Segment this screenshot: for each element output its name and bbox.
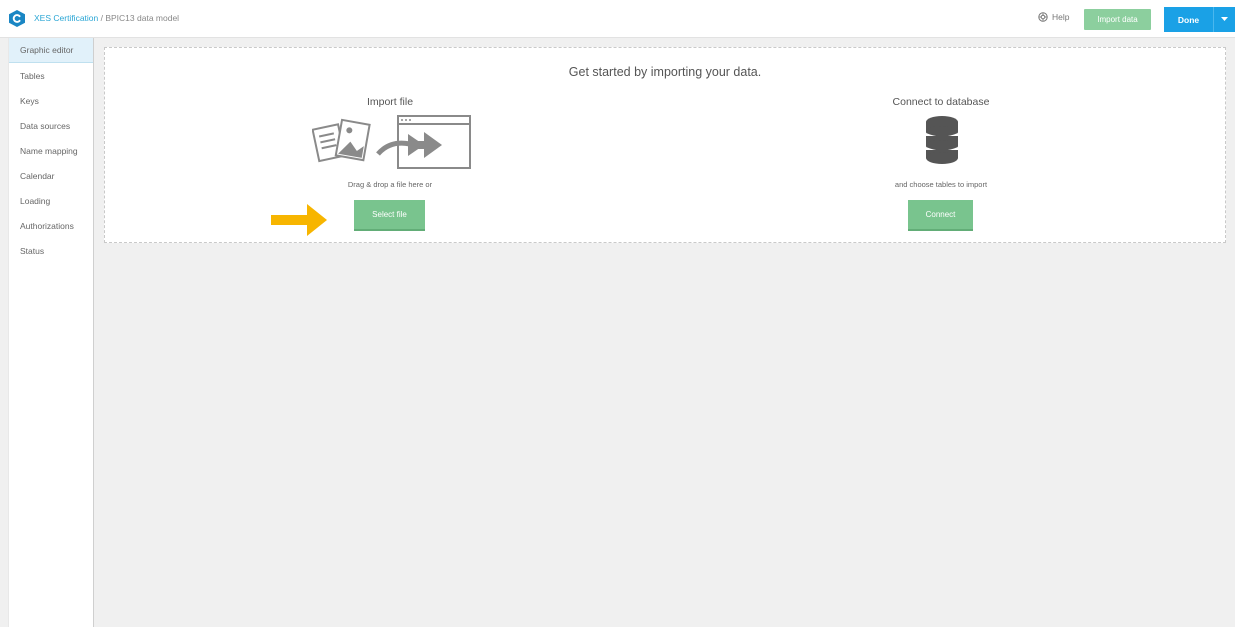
lifebuoy-icon [1038,12,1048,22]
select-file-button[interactable]: Select file [354,200,425,231]
help-link[interactable]: Help [1038,12,1069,22]
done-dropdown-toggle[interactable] [1213,7,1235,32]
connect-button[interactable]: Connect [908,200,973,231]
import-file-section: Import file Drag & drop a file here or S… [270,96,510,231]
connect-database-section: Connect to database and choose tables to… [821,96,1061,231]
done-button[interactable]: Done [1164,7,1213,32]
sidebar-item-loading[interactable]: Loading [9,188,93,213]
sidebar-item-calendar[interactable]: Calendar [9,163,93,188]
database-icon [925,116,959,164]
sidebar-item-tables[interactable]: Tables [9,63,93,88]
breadcrumb-current: BPIC13 data model [105,13,180,23]
import-file-heading: Import file [366,96,414,108]
sidebar-item-graphic-editor[interactable]: Graphic editor [9,38,93,63]
file-upload-icon [312,115,471,169]
sidebar-item-status[interactable]: Status [9,238,93,263]
connect-database-heading: Connect to database [892,96,990,108]
sidebar-item-authorizations[interactable]: Authorizations [9,213,93,238]
arrow-right-icon [271,204,327,236]
import-file-instructions: Drag & drop a file here or [347,180,433,189]
sidebar-item-keys[interactable]: Keys [9,88,93,113]
connect-database-instructions: and choose tables to import [894,180,988,189]
breadcrumb: XES Certification / BPIC13 data model [34,13,179,23]
sidebar-item-data-sources[interactable]: Data sources [9,113,93,138]
import-data-button[interactable]: Import data [1084,9,1151,30]
panel-title: Get started by importing your data. [568,65,762,79]
sidebar: Graphic editor Tables Keys Data sources … [8,38,94,627]
breadcrumb-project-link[interactable]: XES Certification [34,13,98,23]
sidebar-item-name-mapping[interactable]: Name mapping [9,138,93,163]
caret-down-icon [1221,17,1228,21]
help-label: Help [1052,12,1070,22]
top-bar: XES Certification / BPIC13 data model He… [0,0,1235,38]
app-logo-icon[interactable] [9,10,25,27]
